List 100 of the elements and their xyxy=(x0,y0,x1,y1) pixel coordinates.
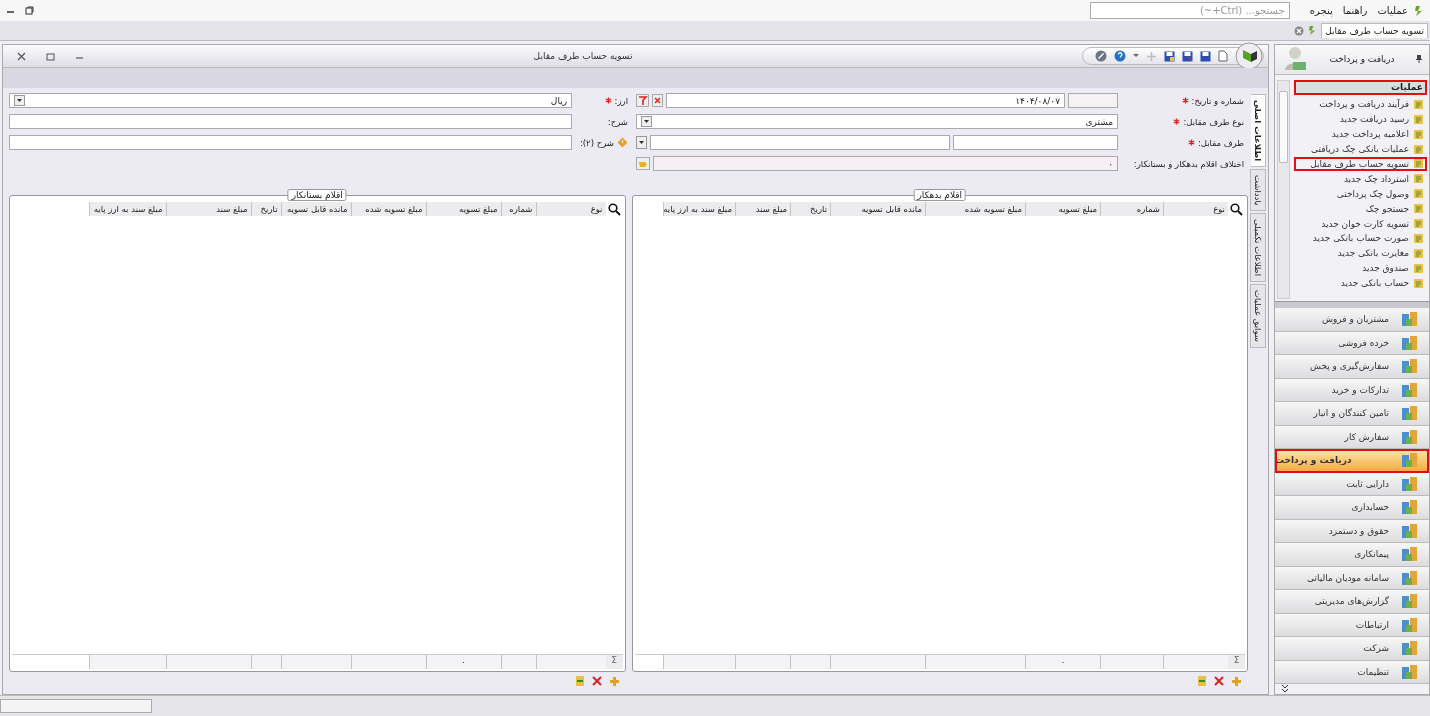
module-button[interactable]: تامین کنندگان و انبار xyxy=(1275,402,1429,426)
side-tab[interactable]: سوابق عملیات xyxy=(1250,284,1266,349)
sidebar-item[interactable]: وصول چک پرداختی xyxy=(1294,186,1427,202)
document-tab[interactable]: تسویه حساب طرف مقابل xyxy=(1321,23,1428,38)
module-icon xyxy=(1401,593,1419,610)
module-button[interactable]: گزارش‌های مدیریتی xyxy=(1275,590,1429,614)
side-tab[interactable]: اطلاعات اصلی xyxy=(1250,94,1266,168)
column-header[interactable]: تاریخ xyxy=(790,202,830,216)
save-icon[interactable] xyxy=(1200,50,1211,62)
module-button[interactable]: سفارش‌گیری و پخش xyxy=(1275,355,1429,379)
column-header[interactable]: مبلغ تسویه xyxy=(1025,202,1100,216)
module-icon xyxy=(1401,616,1419,633)
column-header[interactable]: مبلغ سند به ارز پایه xyxy=(88,202,166,216)
logo-icon[interactable] xyxy=(1235,42,1263,70)
close-icon[interactable] xyxy=(1294,25,1305,36)
module-button[interactable]: مشتریان و فروش xyxy=(1275,308,1429,332)
dropdown-field[interactable]: ریال xyxy=(9,93,572,108)
field-label: نوع طرف مقابل: xyxy=(1183,116,1244,127)
module-button[interactable]: شرکت xyxy=(1275,637,1429,661)
sidebar-item[interactable]: صورت حساب بانکی جدید xyxy=(1294,231,1427,246)
sidebar-item[interactable]: تسویه حساب طرف مقابل xyxy=(1294,156,1427,172)
sidebar-item[interactable]: اعلامیه پرداخت جدید xyxy=(1294,126,1427,142)
column-header[interactable]: تاریخ xyxy=(250,202,281,216)
sidebar-item[interactable]: تسویه کارت خوان جدید xyxy=(1294,216,1427,231)
dropdown-button[interactable] xyxy=(636,136,647,149)
column-header[interactable]: مبلغ سند xyxy=(165,202,251,216)
document-icon xyxy=(1413,232,1424,244)
text-field[interactable] xyxy=(9,114,572,129)
module-button[interactable]: سفارش کار xyxy=(1275,425,1429,449)
module-button[interactable]: دارایی ثابت xyxy=(1275,472,1429,496)
module-button[interactable]: خرده فروشی xyxy=(1275,331,1429,355)
pin-icon[interactable] xyxy=(1415,54,1423,65)
column-header[interactable]: شماره xyxy=(1100,202,1163,216)
document-icon xyxy=(1413,218,1424,230)
column-header[interactable]: نوع xyxy=(1163,202,1228,216)
save-icon[interactable] xyxy=(1182,50,1193,62)
splitter-handle[interactable] xyxy=(1275,301,1429,308)
name-field[interactable] xyxy=(650,135,950,150)
close-icon[interactable] xyxy=(17,51,26,61)
module-icon xyxy=(1401,522,1419,539)
module-button[interactable]: سامانه مودیان مالیاتی xyxy=(1275,566,1429,590)
side-tab[interactable]: اطلاعات تکمیلی xyxy=(1250,213,1266,283)
menu-item[interactable]: راهنما xyxy=(1342,5,1368,16)
column-header[interactable]: مبلغ تسویه شده xyxy=(925,202,1025,216)
window-title: تسویه حساب طرف مقابل xyxy=(532,51,634,61)
help-icon[interactable] xyxy=(1114,50,1126,62)
dropdown-button[interactable] xyxy=(641,116,652,127)
module-button[interactable]: تنظیمات xyxy=(1275,660,1429,684)
column-header[interactable]: نوع xyxy=(535,202,606,216)
document-icon xyxy=(1413,98,1424,110)
sidebar-item[interactable]: فرآیند دریافت و پرداخت xyxy=(1294,97,1427,112)
group-header[interactable]: عملیات xyxy=(1294,80,1427,95)
module-button[interactable]: حسابداری xyxy=(1275,496,1429,520)
side-tab[interactable]: یادداشت xyxy=(1250,169,1266,212)
column-header[interactable]: مبلغ تسویه شده xyxy=(350,202,426,216)
restore-icon[interactable] xyxy=(25,6,34,15)
document-icon[interactable] xyxy=(574,675,585,687)
search-icon[interactable] xyxy=(1230,202,1243,216)
delete-icon[interactable] xyxy=(1214,676,1224,686)
total-cell: ۰ xyxy=(425,655,501,669)
number-field[interactable] xyxy=(1068,93,1118,108)
module-button[interactable]: ارتباطات xyxy=(1275,613,1429,637)
search-icon[interactable] xyxy=(607,202,621,216)
field-label: طرف مقابل: xyxy=(1197,137,1244,148)
menu-item[interactable]: عملیات xyxy=(1377,5,1408,16)
code-field[interactable] xyxy=(953,135,1118,150)
column-header[interactable]: مبلغ سند xyxy=(735,202,790,216)
sidebar-item[interactable]: عملیات بانکی چک دریافتی xyxy=(1294,141,1427,157)
menu-item[interactable]: پنجره xyxy=(1309,5,1333,16)
sidebar-item[interactable]: مغایرت بانکی جدید xyxy=(1294,245,1427,261)
restore-icon[interactable] xyxy=(46,51,55,61)
sidebar-item[interactable]: صندوق جدید xyxy=(1294,260,1427,276)
document-icon xyxy=(1413,128,1424,140)
clear-icon[interactable] xyxy=(652,94,663,107)
column-header[interactable]: شماره xyxy=(500,202,536,216)
column-header[interactable]: مانده قابل تسویه xyxy=(830,202,925,216)
dropdown-field[interactable]: مشتری xyxy=(636,114,1118,129)
sidebar-item[interactable]: حساب بانکی جدید xyxy=(1294,275,1427,291)
sidebar-item[interactable]: استرداد چک جدید xyxy=(1294,171,1427,187)
module-button[interactable]: پیمانکاری xyxy=(1275,543,1429,567)
module-button[interactable]: حقوق و دستمزد xyxy=(1275,519,1429,543)
delete-icon[interactable] xyxy=(591,676,602,686)
column-header[interactable]: مبلغ سند به ارز پایه xyxy=(663,202,735,216)
new-document-icon[interactable] xyxy=(1218,50,1228,62)
column-header[interactable]: مبلغ تسویه xyxy=(425,202,501,216)
document-icon[interactable] xyxy=(1197,675,1207,687)
scrollbar[interactable] xyxy=(1277,80,1290,300)
dropdown-button[interactable] xyxy=(14,95,25,106)
sidebar-item[interactable]: رسید دریافت جدید xyxy=(1294,111,1427,127)
date-field[interactable]: ۱۴۰۴/۰۸/۰۷ xyxy=(666,93,1065,108)
link-icon[interactable] xyxy=(1095,50,1107,62)
caret-icon[interactable] xyxy=(1133,54,1139,58)
column-header[interactable]: مانده قابل تسویه xyxy=(280,202,351,216)
module-button[interactable]: تدارکات و خرید xyxy=(1275,378,1429,402)
calendar-icon[interactable] xyxy=(636,94,649,107)
text-field[interactable] xyxy=(9,135,572,150)
sidebar-item[interactable]: جستجو چک xyxy=(1294,201,1427,217)
document-icon xyxy=(1413,247,1424,259)
table-title: اقلام بدهکار xyxy=(913,189,967,201)
save-icon[interactable] xyxy=(1164,50,1175,62)
